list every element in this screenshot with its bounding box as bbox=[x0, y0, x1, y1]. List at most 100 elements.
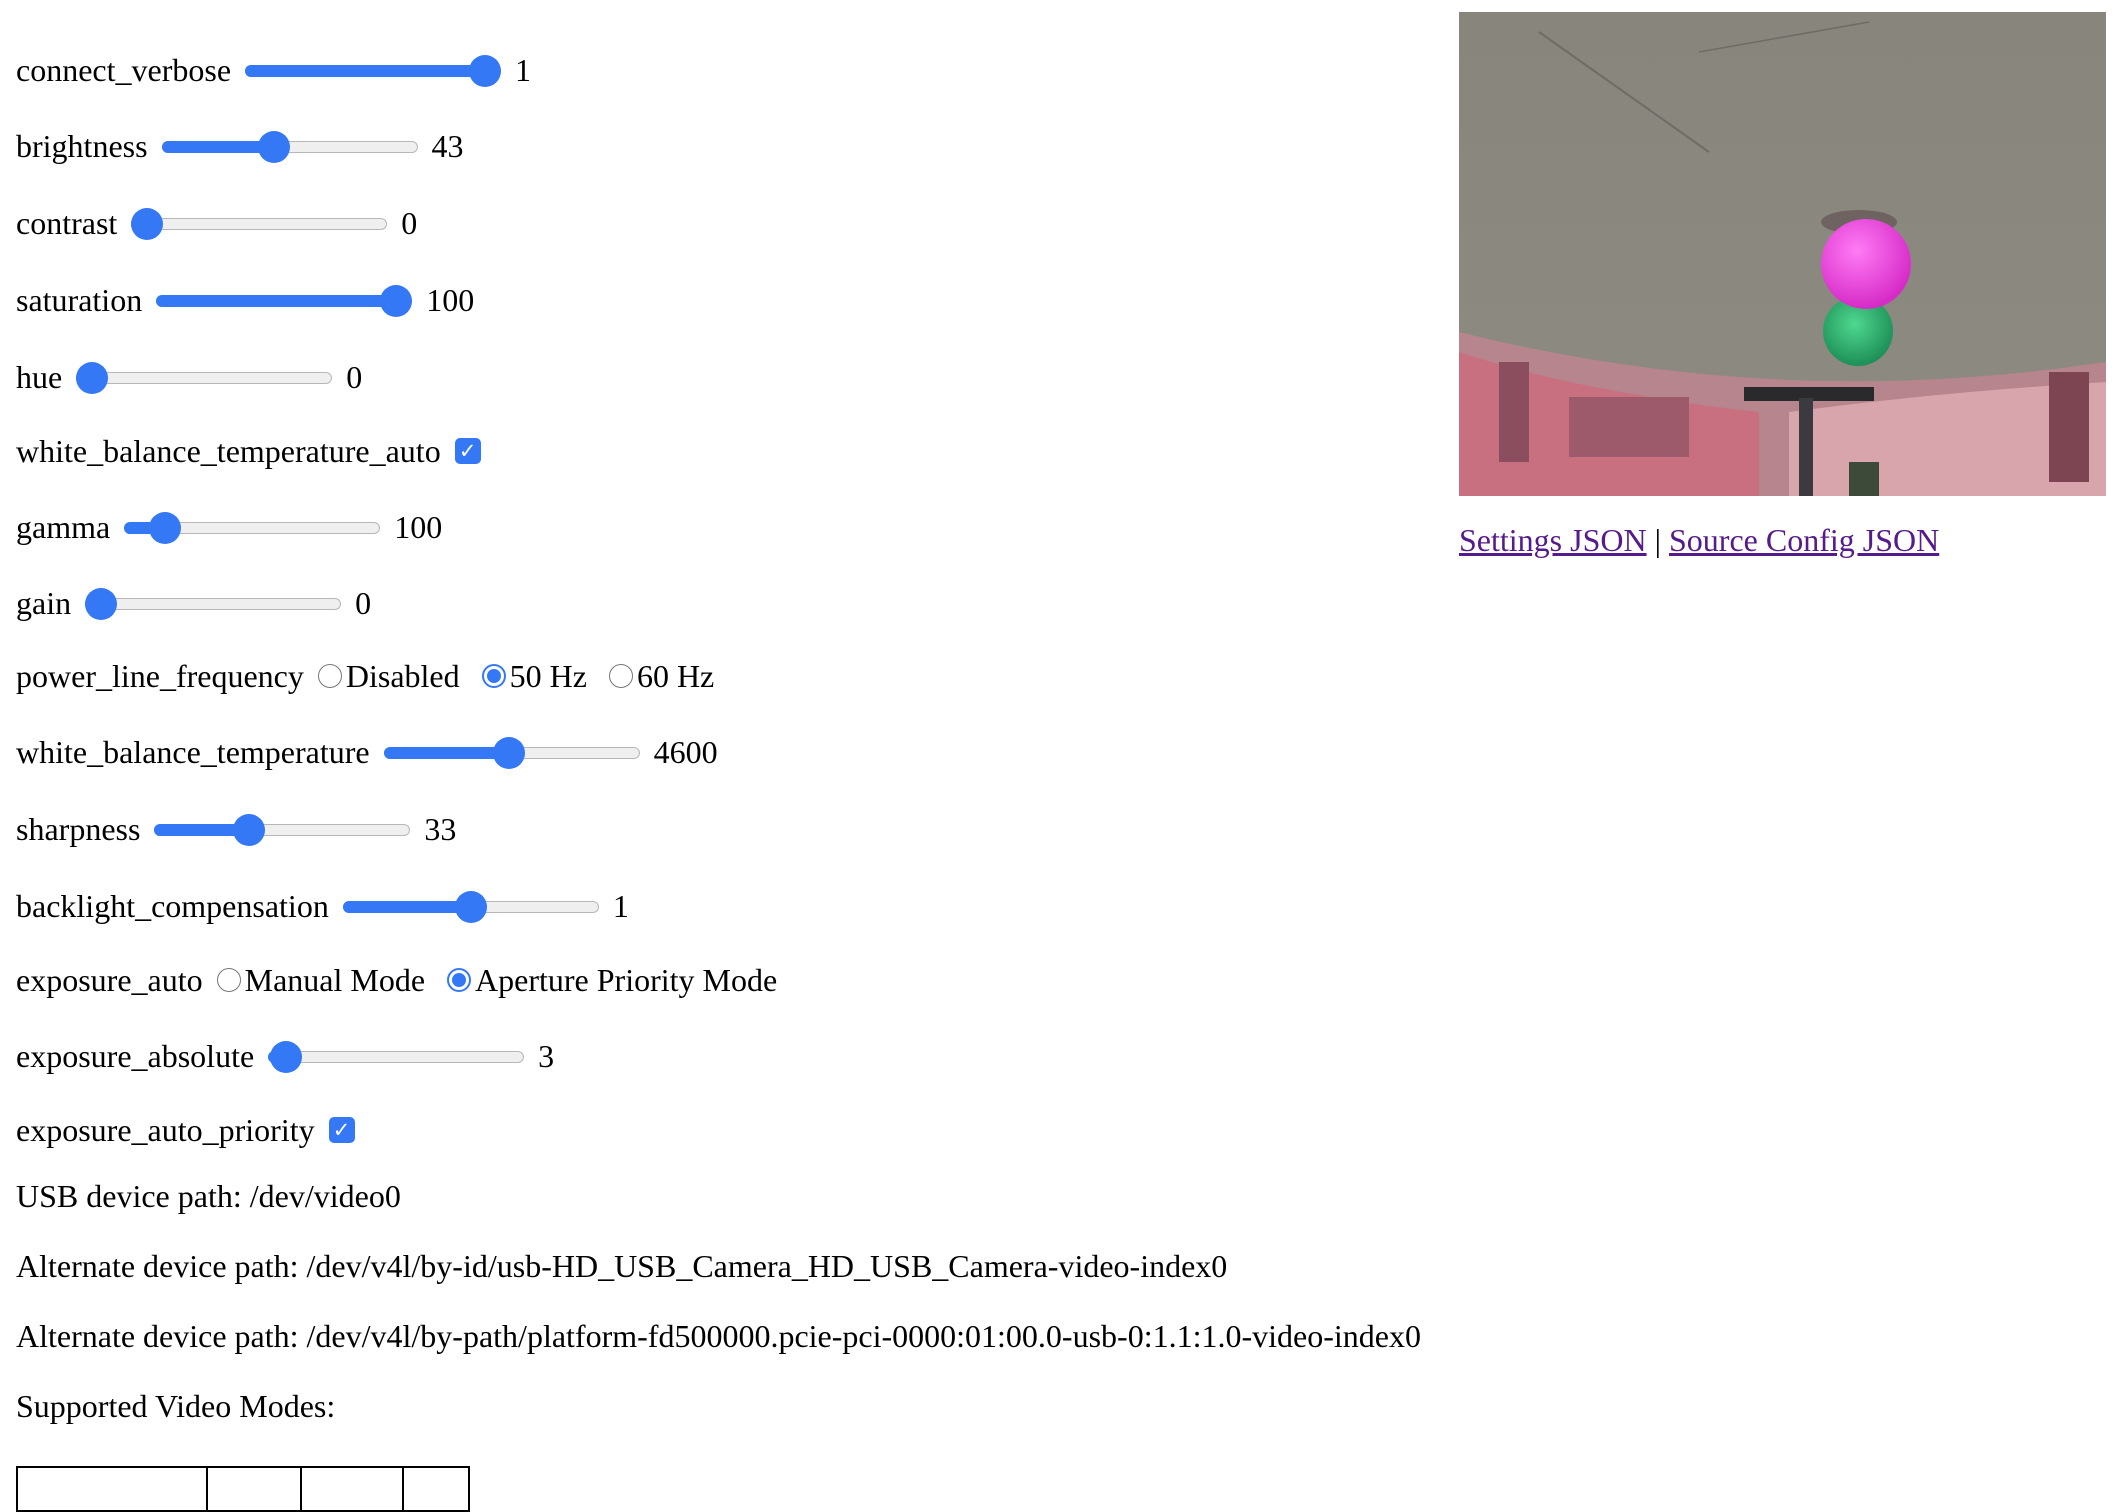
power-line-frequency-radio-group: Disabled 50 Hz 60 Hz bbox=[317, 657, 736, 695]
power-line-frequency-row: power_line_frequency Disabled 50 Hz 60 H… bbox=[16, 646, 736, 706]
radio-button[interactable] bbox=[608, 664, 633, 688]
hue-label: hue bbox=[16, 358, 63, 395]
hue-slider[interactable] bbox=[76, 362, 333, 394]
table-row bbox=[16, 1466, 470, 1512]
exposure-auto-radio-group: Manual Mode Aperture Priority Mode bbox=[216, 961, 800, 999]
white-balance-temperature-slider[interactable] bbox=[383, 737, 640, 769]
contrast-slider[interactable] bbox=[131, 208, 388, 240]
radio-option-aperture-priority-mode[interactable]: Aperture Priority Mode bbox=[447, 962, 777, 999]
connect-verbose-value: 1 bbox=[515, 51, 532, 88]
slider-fill bbox=[156, 295, 397, 307]
saturation-slider[interactable] bbox=[156, 285, 413, 317]
radio-label: Manual Mode bbox=[244, 961, 426, 998]
radio-label: 60 Hz bbox=[636, 657, 715, 694]
radio-option-manual-mode[interactable]: Manual Mode bbox=[216, 961, 426, 999]
white-balance-temperature-auto-label: white_balance_temperature_auto bbox=[16, 432, 441, 469]
backlight-compensation-slider[interactable] bbox=[342, 891, 599, 923]
slider-thumb[interactable] bbox=[469, 55, 502, 87]
hue-value: 0 bbox=[346, 358, 363, 395]
slider-thumb[interactable] bbox=[232, 814, 265, 846]
white-balance-temperature-auto-checkbox[interactable]: ✓ bbox=[454, 438, 481, 464]
slider-track bbox=[85, 598, 342, 610]
table-cell bbox=[300, 1466, 404, 1512]
radio-option-50hz[interactable]: 50 Hz bbox=[481, 657, 587, 695]
gain-label: gain bbox=[16, 584, 72, 621]
exposure-absolute-row: exposure_absolute 3 bbox=[16, 1026, 554, 1086]
slider-thumb[interactable] bbox=[85, 588, 118, 620]
white-balance-temperature-auto-row: white_balance_temperature_auto ✓ bbox=[16, 421, 481, 481]
connect-verbose-slider[interactable] bbox=[245, 55, 502, 87]
gamma-slider[interactable] bbox=[124, 512, 381, 544]
alternate-device-path-by-path: Alternate device path: /dev/v4l/by-path/… bbox=[16, 1318, 1421, 1354]
brightness-value: 43 bbox=[431, 127, 464, 164]
saturation-label: saturation bbox=[16, 281, 143, 318]
checkmark-icon: ✓ bbox=[332, 1117, 351, 1142]
white-balance-temperature-row: white_balance_temperature 4600 bbox=[16, 722, 718, 782]
gamma-value: 100 bbox=[394, 508, 443, 545]
json-links: Settings JSON | Source Config JSON bbox=[1459, 522, 1939, 559]
hue-row: hue 0 bbox=[16, 347, 362, 407]
white-balance-temperature-value: 4600 bbox=[653, 733, 718, 770]
slider-thumb[interactable] bbox=[257, 131, 290, 163]
radio-option-disabled[interactable]: Disabled bbox=[317, 657, 460, 695]
exposure-auto-priority-checkbox[interactable]: ✓ bbox=[328, 1117, 355, 1143]
radio-label: Disabled bbox=[345, 657, 460, 694]
checkmark-icon: ✓ bbox=[458, 438, 477, 463]
link-separator: | bbox=[1654, 522, 1661, 558]
slider-thumb[interactable] bbox=[76, 362, 109, 394]
slider-thumb[interactable] bbox=[131, 208, 164, 240]
exposure-absolute-value: 3 bbox=[538, 1037, 555, 1074]
slider-track bbox=[76, 372, 333, 384]
slider-thumb[interactable] bbox=[270, 1041, 303, 1073]
gain-row: gain 0 bbox=[16, 573, 371, 633]
radio-button[interactable] bbox=[317, 664, 342, 688]
slider-fill bbox=[245, 65, 486, 77]
gain-value: 0 bbox=[355, 584, 372, 621]
slider-thumb[interactable] bbox=[148, 512, 181, 544]
contrast-value: 0 bbox=[401, 204, 418, 241]
radio-label: Aperture Priority Mode bbox=[475, 961, 778, 998]
sharpness-label: sharpness bbox=[16, 810, 141, 847]
gain-slider[interactable] bbox=[85, 588, 342, 620]
slider-thumb[interactable] bbox=[380, 285, 413, 317]
alternate-device-path-by-id: Alternate device path: /dev/v4l/by-id/us… bbox=[16, 1248, 1228, 1284]
power-line-frequency-label: power_line_frequency bbox=[16, 657, 304, 694]
camera-frame-graphic bbox=[1459, 12, 2106, 496]
source-config-json-link[interactable]: Source Config JSON bbox=[1669, 522, 1939, 558]
radio-button[interactable] bbox=[481, 664, 506, 688]
connect-verbose-label: connect_verbose bbox=[16, 51, 232, 88]
contrast-label: contrast bbox=[16, 204, 118, 241]
radio-label: 50 Hz bbox=[509, 657, 587, 694]
saturation-row: saturation 100 bbox=[16, 270, 474, 330]
exposure-auto-row: exposure_auto Manual Mode Aperture Prior… bbox=[16, 950, 799, 1010]
slider-track bbox=[268, 1051, 525, 1063]
slider-fill bbox=[342, 901, 471, 913]
usb-device-path: USB device path: /dev/video0 bbox=[16, 1178, 401, 1214]
sharpness-slider[interactable] bbox=[154, 814, 411, 846]
slider-thumb[interactable] bbox=[454, 891, 487, 923]
gamma-label: gamma bbox=[16, 508, 111, 545]
connect-verbose-row: connect_verbose 1 bbox=[16, 40, 531, 100]
slider-thumb[interactable] bbox=[493, 737, 526, 769]
exposure-auto-priority-row: exposure_auto_priority ✓ bbox=[16, 1100, 355, 1160]
brightness-slider[interactable] bbox=[161, 131, 418, 163]
exposure-absolute-label: exposure_absolute bbox=[16, 1037, 255, 1074]
radio-option-60hz[interactable]: 60 Hz bbox=[608, 657, 715, 695]
backlight-compensation-value: 1 bbox=[612, 887, 629, 924]
radio-button[interactable] bbox=[216, 968, 241, 992]
settings-json-link[interactable]: Settings JSON bbox=[1459, 522, 1647, 558]
sharpness-value: 33 bbox=[424, 810, 457, 847]
camera-stream-image bbox=[1459, 12, 2106, 496]
brightness-row: brightness 43 bbox=[16, 116, 464, 176]
white-balance-temperature-label: white_balance_temperature bbox=[16, 733, 370, 770]
exposure-absolute-slider[interactable] bbox=[268, 1041, 525, 1073]
table-cell bbox=[402, 1466, 470, 1512]
supported-video-modes-heading: Supported Video Modes: bbox=[16, 1388, 336, 1424]
saturation-value: 100 bbox=[426, 281, 475, 318]
contrast-row: contrast 0 bbox=[16, 193, 417, 253]
brightness-label: brightness bbox=[16, 127, 148, 164]
slider-track bbox=[131, 218, 388, 230]
gamma-row: gamma 100 bbox=[16, 497, 442, 557]
radio-button[interactable] bbox=[447, 968, 472, 992]
backlight-compensation-label: backlight_compensation bbox=[16, 887, 329, 924]
